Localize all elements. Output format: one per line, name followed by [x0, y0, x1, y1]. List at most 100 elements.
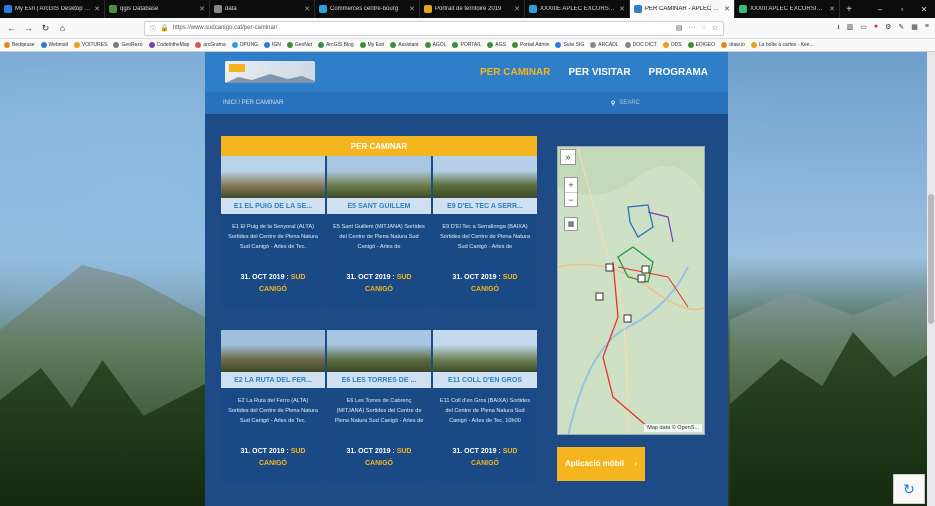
route-title[interactable]: E2 LA RUTA DEL FER... [221, 372, 325, 388]
back-icon[interactable]: ← [6, 23, 17, 33]
route-photo[interactable] [433, 156, 537, 198]
bookmark-item[interactable]: GeoNet [286, 42, 312, 48]
layers-icon[interactable]: ▦ [564, 217, 578, 231]
route-photo[interactable] [327, 156, 431, 198]
maximize-button[interactable]: ▫ [891, 0, 913, 18]
star-icon[interactable]: ☆ [712, 24, 718, 32]
browser-tab[interactable]: data ✕ [210, 0, 315, 18]
scrollbar-thumb[interactable] [928, 194, 934, 324]
zoom-out-button[interactable]: − [565, 192, 577, 206]
zoom-in-button[interactable]: + [565, 178, 577, 192]
bookmark-item[interactable]: My Esri [359, 42, 384, 48]
bookmark-item[interactable]: AGOL [424, 42, 446, 48]
browser-tab[interactable]: Portrait de territoire 2019 ✕ [420, 0, 525, 18]
bookmark-item[interactable]: GeoRezo [113, 42, 143, 48]
bookmark-item[interactable]: ARCADL [590, 42, 619, 48]
menu-icon[interactable]: ≡ [925, 23, 929, 34]
close-window-button[interactable]: ✕ [913, 0, 935, 18]
map-collapse-button[interactable]: » [560, 149, 576, 165]
route-photo[interactable] [221, 330, 325, 372]
breadcrumb[interactable]: INICI / PER CAMINAR [223, 100, 283, 106]
bookmark-item[interactable]: La boîte à cartes - Kee... [750, 42, 814, 48]
bookmark-favicon-icon [73, 42, 80, 48]
bookmark-item[interactable]: Assistant [390, 42, 419, 48]
bookmark-item[interactable]: EDIGEO [687, 42, 715, 48]
bookmark-item[interactable]: CodeIntheMap [148, 42, 189, 48]
browser-tab[interactable]: PER CAMINAR - APLEC EXCU✕ [630, 0, 735, 18]
recaptcha-badge[interactable]: ↻ [893, 474, 925, 504]
forward-icon[interactable]: → [23, 23, 34, 33]
bookmark-item[interactable]: Portail Admin [511, 42, 549, 48]
bookmark-item[interactable]: draw.io [721, 42, 745, 48]
route-card[interactable]: E1 EL PUIG DE LA SE... E1 El Puig de la S… [221, 156, 325, 308]
route-title[interactable]: E11 COLL D'EN GROS [433, 372, 537, 388]
url-bar[interactable]: ⓘ 🔒 https://www.sudcanigo.cat/per-camina… [144, 20, 724, 36]
grid-icon[interactable]: ▦ [911, 23, 918, 34]
menu-item-programa[interactable]: PROGRAMA [649, 67, 708, 78]
pen-icon[interactable]: ✎ [898, 23, 904, 34]
search-icon[interactable]: ⚲ [611, 100, 615, 107]
addon-icon[interactable]: ● [874, 23, 878, 34]
route-title[interactable]: E6 LES TORRES DE ... [327, 372, 431, 388]
browser-tab[interactable]: XXXIIIE APLEC EXCURSIONI ✕ [525, 0, 630, 18]
browser-tab[interactable]: Commerces centre-bourg ✕ [315, 0, 420, 18]
bookmark-item[interactable]: Webmail [40, 42, 68, 48]
library-icon[interactable]: ▥ [847, 23, 854, 34]
minimize-button[interactable]: – [869, 0, 891, 18]
menu-item-per-caminar[interactable]: PER CAMINAR [480, 67, 551, 78]
close-tab-icon[interactable]: ✕ [724, 5, 730, 13]
download-icon[interactable]: ⭳ [837, 23, 839, 34]
route-title[interactable]: E9 D'EL TEC A SERR... [433, 198, 537, 214]
bookmark-item[interactable]: OPUNG [231, 42, 258, 48]
route-photo[interactable] [433, 330, 537, 372]
close-tab-icon[interactable]: ✕ [619, 5, 625, 13]
bookmark-item[interactable]: VOITURES [73, 42, 107, 48]
mobile-app-button[interactable]: Aplicació mòbil › [557, 447, 645, 481]
route-card[interactable]: E11 COLL D'EN GROS E11 Coll d'en Gros (BA… [433, 330, 537, 482]
route-map[interactable]: » + − ▦ Map data © OpenS... [557, 146, 705, 435]
sidebar-icon[interactable]: ▭ [860, 23, 867, 34]
search-box[interactable]: ⚲ SEARC [611, 100, 640, 107]
settings-icon[interactable]: ⚙ [885, 23, 891, 34]
route-card[interactable]: E5 SANT GUILLEM E5 Sant Guillem (MITJANA)… [327, 156, 431, 308]
site-header: PER CAMINAR PER VISITAR PROGRAMA [205, 52, 728, 92]
browser-tab[interactable]: qgis Database ✕ [105, 0, 210, 18]
route-photo[interactable] [221, 156, 325, 198]
route-title[interactable]: E1 EL PUIG DE LA SE... [221, 198, 325, 214]
route-card[interactable]: E9 D'EL TEC A SERR... E9 D'El Tec a Serra… [433, 156, 537, 308]
bookmark-item[interactable]: DOC DICT [624, 42, 657, 48]
map-attribution[interactable]: Map data © OpenS... [644, 424, 702, 432]
close-tab-icon[interactable]: ✕ [514, 5, 520, 13]
bookmark-item[interactable]: ArcGIS Blog [318, 42, 354, 48]
close-tab-icon[interactable]: ✕ [199, 5, 205, 13]
route-description: E11 Coll d'en Gros (BAIXA) Sortides del … [439, 398, 531, 424]
bookmark-item[interactable]: arcGrama [195, 42, 226, 48]
route-title[interactable]: E5 SANT GUILLEM [327, 198, 431, 214]
close-tab-icon[interactable]: ✕ [94, 5, 100, 13]
bookmark-item[interactable]: PORTAIL [452, 42, 481, 48]
map-canvas[interactable] [558, 147, 705, 435]
close-tab-icon[interactable]: ✕ [829, 5, 835, 13]
close-tab-icon[interactable]: ✕ [304, 5, 310, 13]
bookmark-item[interactable]: Suivi SIG [555, 42, 584, 48]
route-card[interactable]: E2 LA RUTA DEL FER... E2 La Ruta del Ferr… [221, 330, 325, 482]
menu-item-per-visitar[interactable]: PER VISITAR [569, 67, 631, 78]
page-scrollbar[interactable] [927, 52, 935, 506]
bookmark-item[interactable]: IGN [263, 42, 281, 48]
reload-icon[interactable]: ↻ [40, 23, 51, 34]
reader-icon[interactable]: ▤ [676, 24, 683, 32]
bookmark-item[interactable]: AGS [487, 42, 506, 48]
route-card[interactable]: E6 LES TORRES DE ... E6 Les Torres de Cab… [327, 330, 431, 482]
browser-tab[interactable]: XXXIII APLEC EXCURSIONIST✕ [735, 0, 840, 18]
home-icon[interactable]: ⌂ [57, 23, 68, 33]
bookmark-item[interactable]: ODS [662, 42, 682, 48]
browser-tab[interactable]: My Esri | ArcGIS Desktop Sta ✕ [0, 0, 105, 18]
close-tab-icon[interactable]: ✕ [409, 5, 415, 13]
new-tab-button[interactable]: + [840, 0, 858, 18]
route-photo[interactable] [327, 330, 431, 372]
bookmark-item[interactable]: Bedqeuse [4, 42, 35, 48]
site-logo[interactable] [225, 61, 315, 83]
info-icon[interactable]: ⓘ [150, 24, 156, 33]
pocket-icon[interactable]: ◌ [702, 24, 706, 32]
page-actions-icon[interactable]: ··· [689, 24, 696, 32]
